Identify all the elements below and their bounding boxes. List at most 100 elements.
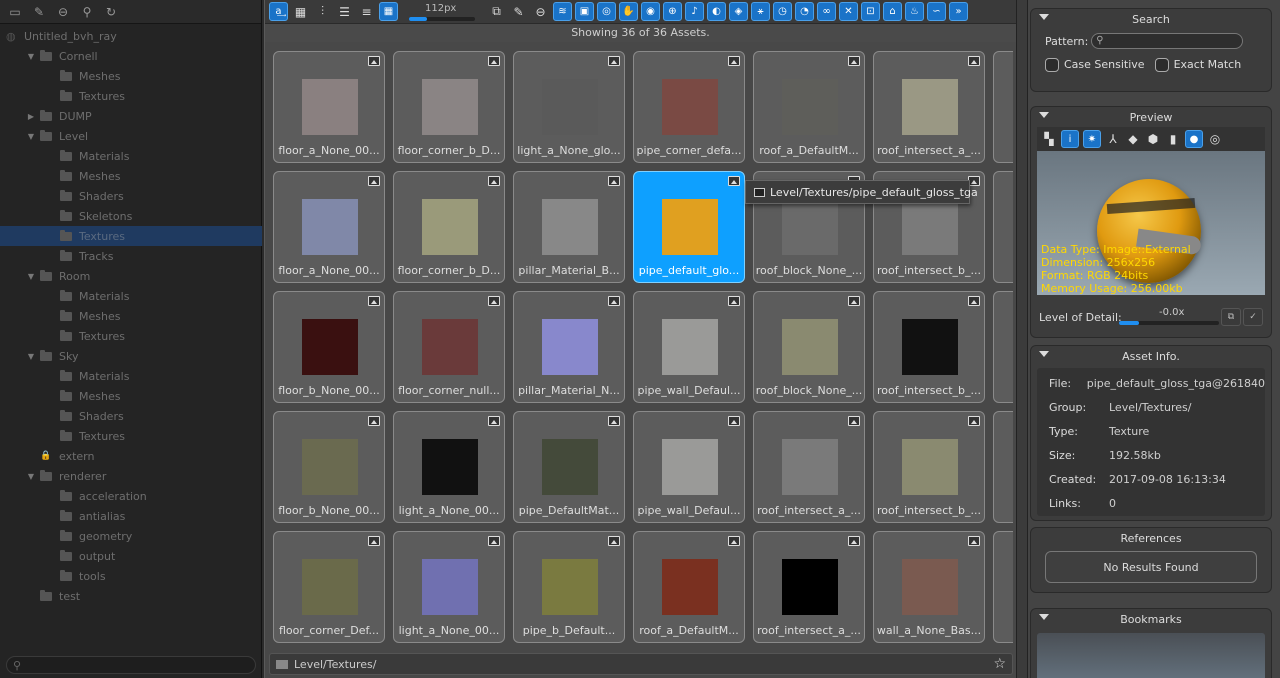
apply-lod-icon[interactable]: ✓ — [1243, 308, 1263, 326]
asset-tile[interactable]: light_a_None_00... — [393, 411, 505, 523]
tree-item[interactable]: Tracks — [0, 246, 262, 266]
tree-item[interactable]: acceleration — [0, 486, 262, 506]
light-icon[interactable]: ✷ — [1083, 130, 1101, 148]
tree-item[interactable]: antialias — [0, 506, 262, 526]
search-header[interactable]: Search — [1031, 9, 1271, 29]
asset-tile[interactable]: roof_intersect_b_... — [873, 411, 985, 523]
asset-tile[interactable]: floor_a_None_00... — [273, 171, 385, 283]
preview-header[interactable]: Preview — [1031, 107, 1271, 127]
bookmark-star-icon[interactable]: ☆ — [993, 656, 1006, 672]
asset-tile[interactable]: floor_b_None_00... — [273, 411, 385, 523]
asset-tile[interactable]: pillar_Material_B... — [513, 171, 625, 283]
tree-item[interactable]: test — [0, 586, 262, 606]
tree-item[interactable]: Meshes — [0, 66, 262, 86]
sphere-preview-icon[interactable]: ● — [1185, 130, 1203, 148]
tree-item[interactable]: Materials — [0, 286, 262, 306]
ring-filter-icon[interactable]: ◐ — [707, 2, 726, 21]
asset-tile[interactable]: light_a_None_00... — [393, 531, 505, 643]
layers-icon[interactable]: ≋ — [553, 2, 572, 21]
asset-info-header[interactable]: Asset Info. — [1031, 346, 1271, 366]
collapse-arrow-icon[interactable]: ▶ — [26, 112, 36, 121]
tape-filter-icon[interactable]: ∞ — [817, 2, 836, 21]
tree-item[interactable]: output — [0, 546, 262, 566]
tools-filter-icon[interactable]: ✕ — [839, 2, 858, 21]
web-filter-icon[interactable]: ⊕ — [663, 2, 682, 21]
path-bar[interactable]: Level/Textures/ ☆ — [269, 653, 1013, 675]
brush-icon[interactable]: ⚲ — [80, 5, 94, 19]
hand-filter-icon[interactable]: ✋ — [619, 2, 638, 21]
tree-search-input[interactable]: ⚲ — [6, 656, 256, 674]
dial-filter-icon[interactable]: ◔ — [795, 2, 814, 21]
select-filter-icon[interactable]: ⊡ — [861, 2, 880, 21]
box-preview-icon[interactable]: ⬢ — [1145, 130, 1161, 149]
tree-item[interactable]: Meshes — [0, 306, 262, 326]
edit-asset-icon[interactable]: ✎ — [509, 2, 528, 21]
calendar-icon[interactable]: ▦ — [291, 2, 310, 21]
tree-item[interactable]: Shaders — [0, 186, 262, 206]
asset-tile[interactable]: pipe_corner_defa... — [633, 51, 745, 163]
tree-item[interactable]: 🔒 extern — [0, 446, 262, 466]
tree-item[interactable]: ▼ renderer — [0, 466, 262, 486]
asset-tile[interactable]: floor_a_None_00... — [273, 51, 385, 163]
list-icon[interactable]: ≡ — [357, 2, 376, 21]
tree-item[interactable]: ▼ Sky — [0, 346, 262, 366]
copy-lod-icon[interactable]: ⧉ — [1221, 308, 1241, 326]
asset-tile[interactable]: wa — [993, 291, 1013, 403]
exact-match-checkbox[interactable]: Exact Match — [1154, 58, 1241, 72]
asset-tile[interactable]: pillar_Material_N... — [513, 291, 625, 403]
fast-forward-filter-icon[interactable]: » — [949, 2, 968, 21]
asset-tile[interactable]: floor_corner_null... — [393, 291, 505, 403]
asset-tile[interactable]: floor_b_None_00... — [273, 291, 385, 403]
tree-item[interactable]: ▼ Room — [0, 266, 262, 286]
asset-tile[interactable]: floor_corner_b_D... — [393, 51, 505, 163]
asset-tile[interactable]: pipe_DefaultMat... — [513, 411, 625, 523]
tree-root[interactable]: ◍ Untitled_bvh_ray — [0, 26, 262, 46]
bookmarks-list[interactable] — [1037, 633, 1265, 678]
grid-view-icon[interactable]: ▦ — [379, 2, 398, 21]
copy-icon[interactable]: ⧉ — [487, 2, 506, 21]
asset-tile[interactable]: roof_intersect_a_... — [753, 531, 865, 643]
asset-tile[interactable]: roof_a_DefaultM... — [753, 51, 865, 163]
info-icon[interactable]: i — [1061, 130, 1079, 148]
sphere-filter-icon[interactable]: ◉ — [641, 2, 660, 21]
asset-tile[interactable]: roof_intersect_a_... — [873, 51, 985, 163]
asset-tile[interactable]: roof_block_None_... — [753, 291, 865, 403]
texture-preview[interactable]: Data Type: Image::External Dimension: 25… — [1037, 151, 1265, 295]
remove-icon[interactable]: ⊖ — [56, 5, 70, 19]
fire-filter-icon[interactable]: ♨ — [905, 2, 924, 21]
tree-item[interactable]: ▶ DUMP — [0, 106, 262, 126]
asset-tile[interactable]: pipe_b_Default... — [513, 531, 625, 643]
expand-arrow-icon[interactable]: ▼ — [26, 132, 36, 141]
tree-item[interactable]: Textures — [0, 426, 262, 446]
tree-item[interactable]: Materials — [0, 366, 262, 386]
asset-tile[interactable]: roof_a_DefaultM... — [633, 531, 745, 643]
edit-icon[interactable]: ✎ — [32, 5, 46, 19]
asset-tile[interactable]: pipe_wall_Defaul... — [633, 291, 745, 403]
tree-item[interactable]: Textures — [0, 86, 262, 106]
wave-filter-icon[interactable]: ∽ — [927, 2, 946, 21]
remove-asset-icon[interactable]: ⊖ — [531, 2, 550, 21]
music-filter-icon[interactable]: ♪ — [685, 2, 704, 21]
graph-filter-icon[interactable]: ⚹ — [751, 2, 770, 21]
expand-arrow-icon[interactable]: ▼ — [26, 352, 36, 361]
filter-icon[interactable]: ⫶ — [313, 2, 332, 21]
clock-filter-icon[interactable]: ◷ — [773, 2, 792, 21]
references-list[interactable]: No Results Found — [1045, 551, 1257, 583]
list-left-icon[interactable]: ☰ — [335, 2, 354, 21]
asset-tile[interactable]: floor_corner_Def... — [273, 531, 385, 643]
cube-filter-icon[interactable]: ◈ — [729, 2, 748, 21]
refresh-icon[interactable]: ↻ — [104, 5, 118, 19]
expand-arrow-icon[interactable]: ▼ — [26, 272, 36, 281]
bookmarks-header[interactable]: Bookmarks — [1031, 609, 1271, 629]
tree-item[interactable]: Textures — [0, 226, 262, 246]
panel-splitter[interactable] — [1016, 0, 1028, 678]
tree-item[interactable]: ▼ Level — [0, 126, 262, 146]
globe-filter-icon[interactable]: ◎ — [597, 2, 616, 21]
tree-item[interactable]: ▼ Cornell — [0, 46, 262, 66]
lod-slider[interactable] — [1119, 321, 1219, 325]
pattern-input[interactable]: ⚲ — [1091, 33, 1244, 49]
asset-tile[interactable]: roof_intersect_a_... — [753, 411, 865, 523]
image-filter-icon[interactable]: ▣ — [575, 2, 594, 21]
asset-tile[interactable]: wa — [993, 171, 1013, 283]
cylinder-preview-icon[interactable]: ▮ — [1165, 130, 1181, 149]
